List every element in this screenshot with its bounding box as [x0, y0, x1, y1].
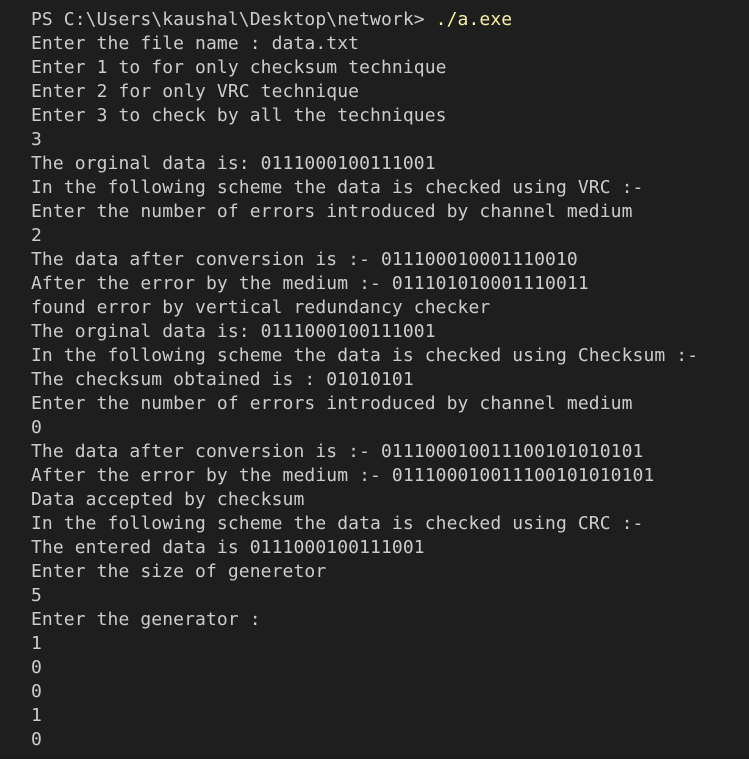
output-line: 2: [31, 225, 42, 246]
output-line: The entered data is 0111000100111001: [31, 537, 425, 558]
output-line: Enter the number of errors introduced by…: [31, 393, 633, 414]
prompt-path: PS C:\Users\kaushal\Desktop\network>: [31, 9, 436, 30]
output-line: Enter 3 to check by all the techniques: [31, 105, 447, 126]
output-line: 0: [31, 657, 42, 678]
output-line: In the following scheme the data is chec…: [31, 177, 644, 198]
output-line: After the error by the medium :- 0111010…: [31, 273, 589, 294]
output-line: In the following scheme the data is chec…: [31, 513, 644, 534]
output-line: 0: [31, 417, 42, 438]
output-line: Enter the number of errors introduced by…: [31, 201, 633, 222]
output-line: Enter 1 to for only checksum technique: [31, 57, 447, 78]
output-line: 0: [31, 681, 42, 702]
output-line: Data accepted by checksum: [31, 489, 305, 510]
output-line: In the following scheme the data is chec…: [31, 345, 699, 366]
prompt-line: PS C:\Users\kaushal\Desktop\network> ./a…: [31, 8, 749, 32]
output-line: The orginal data is: 0111000100111001: [31, 321, 436, 342]
output-line: Enter 2 for only VRC technique: [31, 81, 360, 102]
output-line: found error by vertical redundancy check…: [31, 297, 491, 318]
output-line: 0: [31, 729, 42, 750]
output-line: Enter the size of generetor: [31, 561, 327, 582]
output-line: 5: [31, 585, 42, 606]
output-line: Enter the generator :: [31, 609, 261, 630]
output-line: Enter the file name : data.txt: [31, 33, 360, 54]
output-line: After the error by the medium :- 0111000…: [31, 465, 655, 486]
output-line: 1: [31, 633, 42, 654]
output-line: The data after conversion is :- 01110001…: [31, 441, 644, 462]
terminal-bottom-edge: [0, 755, 749, 759]
prompt-command: ./a.exe: [435, 9, 513, 30]
output-line: The checksum obtained is : 01010101: [31, 369, 414, 390]
terminal-window[interactable]: PS C:\Users\kaushal\Desktop\network> ./a…: [0, 0, 749, 759]
output-line: The orginal data is: 0111000100111001: [31, 153, 436, 174]
output-line: 3: [31, 129, 42, 150]
output-line: 1: [31, 705, 42, 726]
output-line: The data after conversion is :- 01110001…: [31, 249, 578, 270]
